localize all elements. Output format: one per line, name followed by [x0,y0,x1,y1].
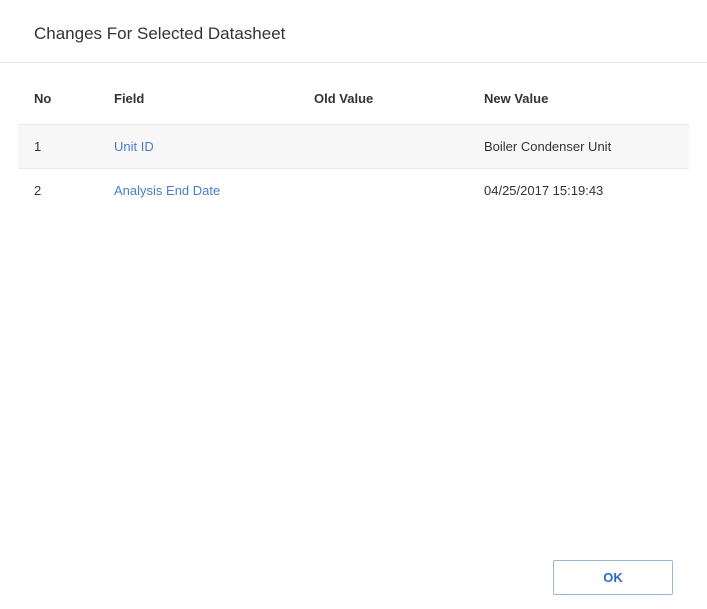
col-header-new: New Value [468,63,689,125]
table-row: 2 Analysis End Date 04/25/2017 15:19:43 [18,169,689,213]
table-header-row: No Field Old Value New Value [18,63,689,125]
field-link[interactable]: Analysis End Date [114,183,220,198]
cell-new: Boiler Condenser Unit [468,125,689,169]
cell-field: Unit ID [98,125,298,169]
changes-dialog: Changes For Selected Datasheet No Field … [0,0,707,609]
dialog-header: Changes For Selected Datasheet [0,0,707,63]
field-link[interactable]: Unit ID [114,139,154,154]
cell-old [298,125,468,169]
cell-no: 1 [18,125,98,169]
col-header-old: Old Value [298,63,468,125]
dialog-footer: OK [0,546,707,609]
col-header-field: Field [98,63,298,125]
dialog-title: Changes For Selected Datasheet [34,24,673,44]
cell-old [298,169,468,213]
ok-button[interactable]: OK [553,560,673,595]
table-row: 1 Unit ID Boiler Condenser Unit [18,125,689,169]
changes-table: No Field Old Value New Value 1 Unit ID B… [18,63,689,212]
cell-no: 2 [18,169,98,213]
cell-field: Analysis End Date [98,169,298,213]
col-header-no: No [18,63,98,125]
dialog-body: No Field Old Value New Value 1 Unit ID B… [0,63,707,546]
cell-new: 04/25/2017 15:19:43 [468,169,689,213]
